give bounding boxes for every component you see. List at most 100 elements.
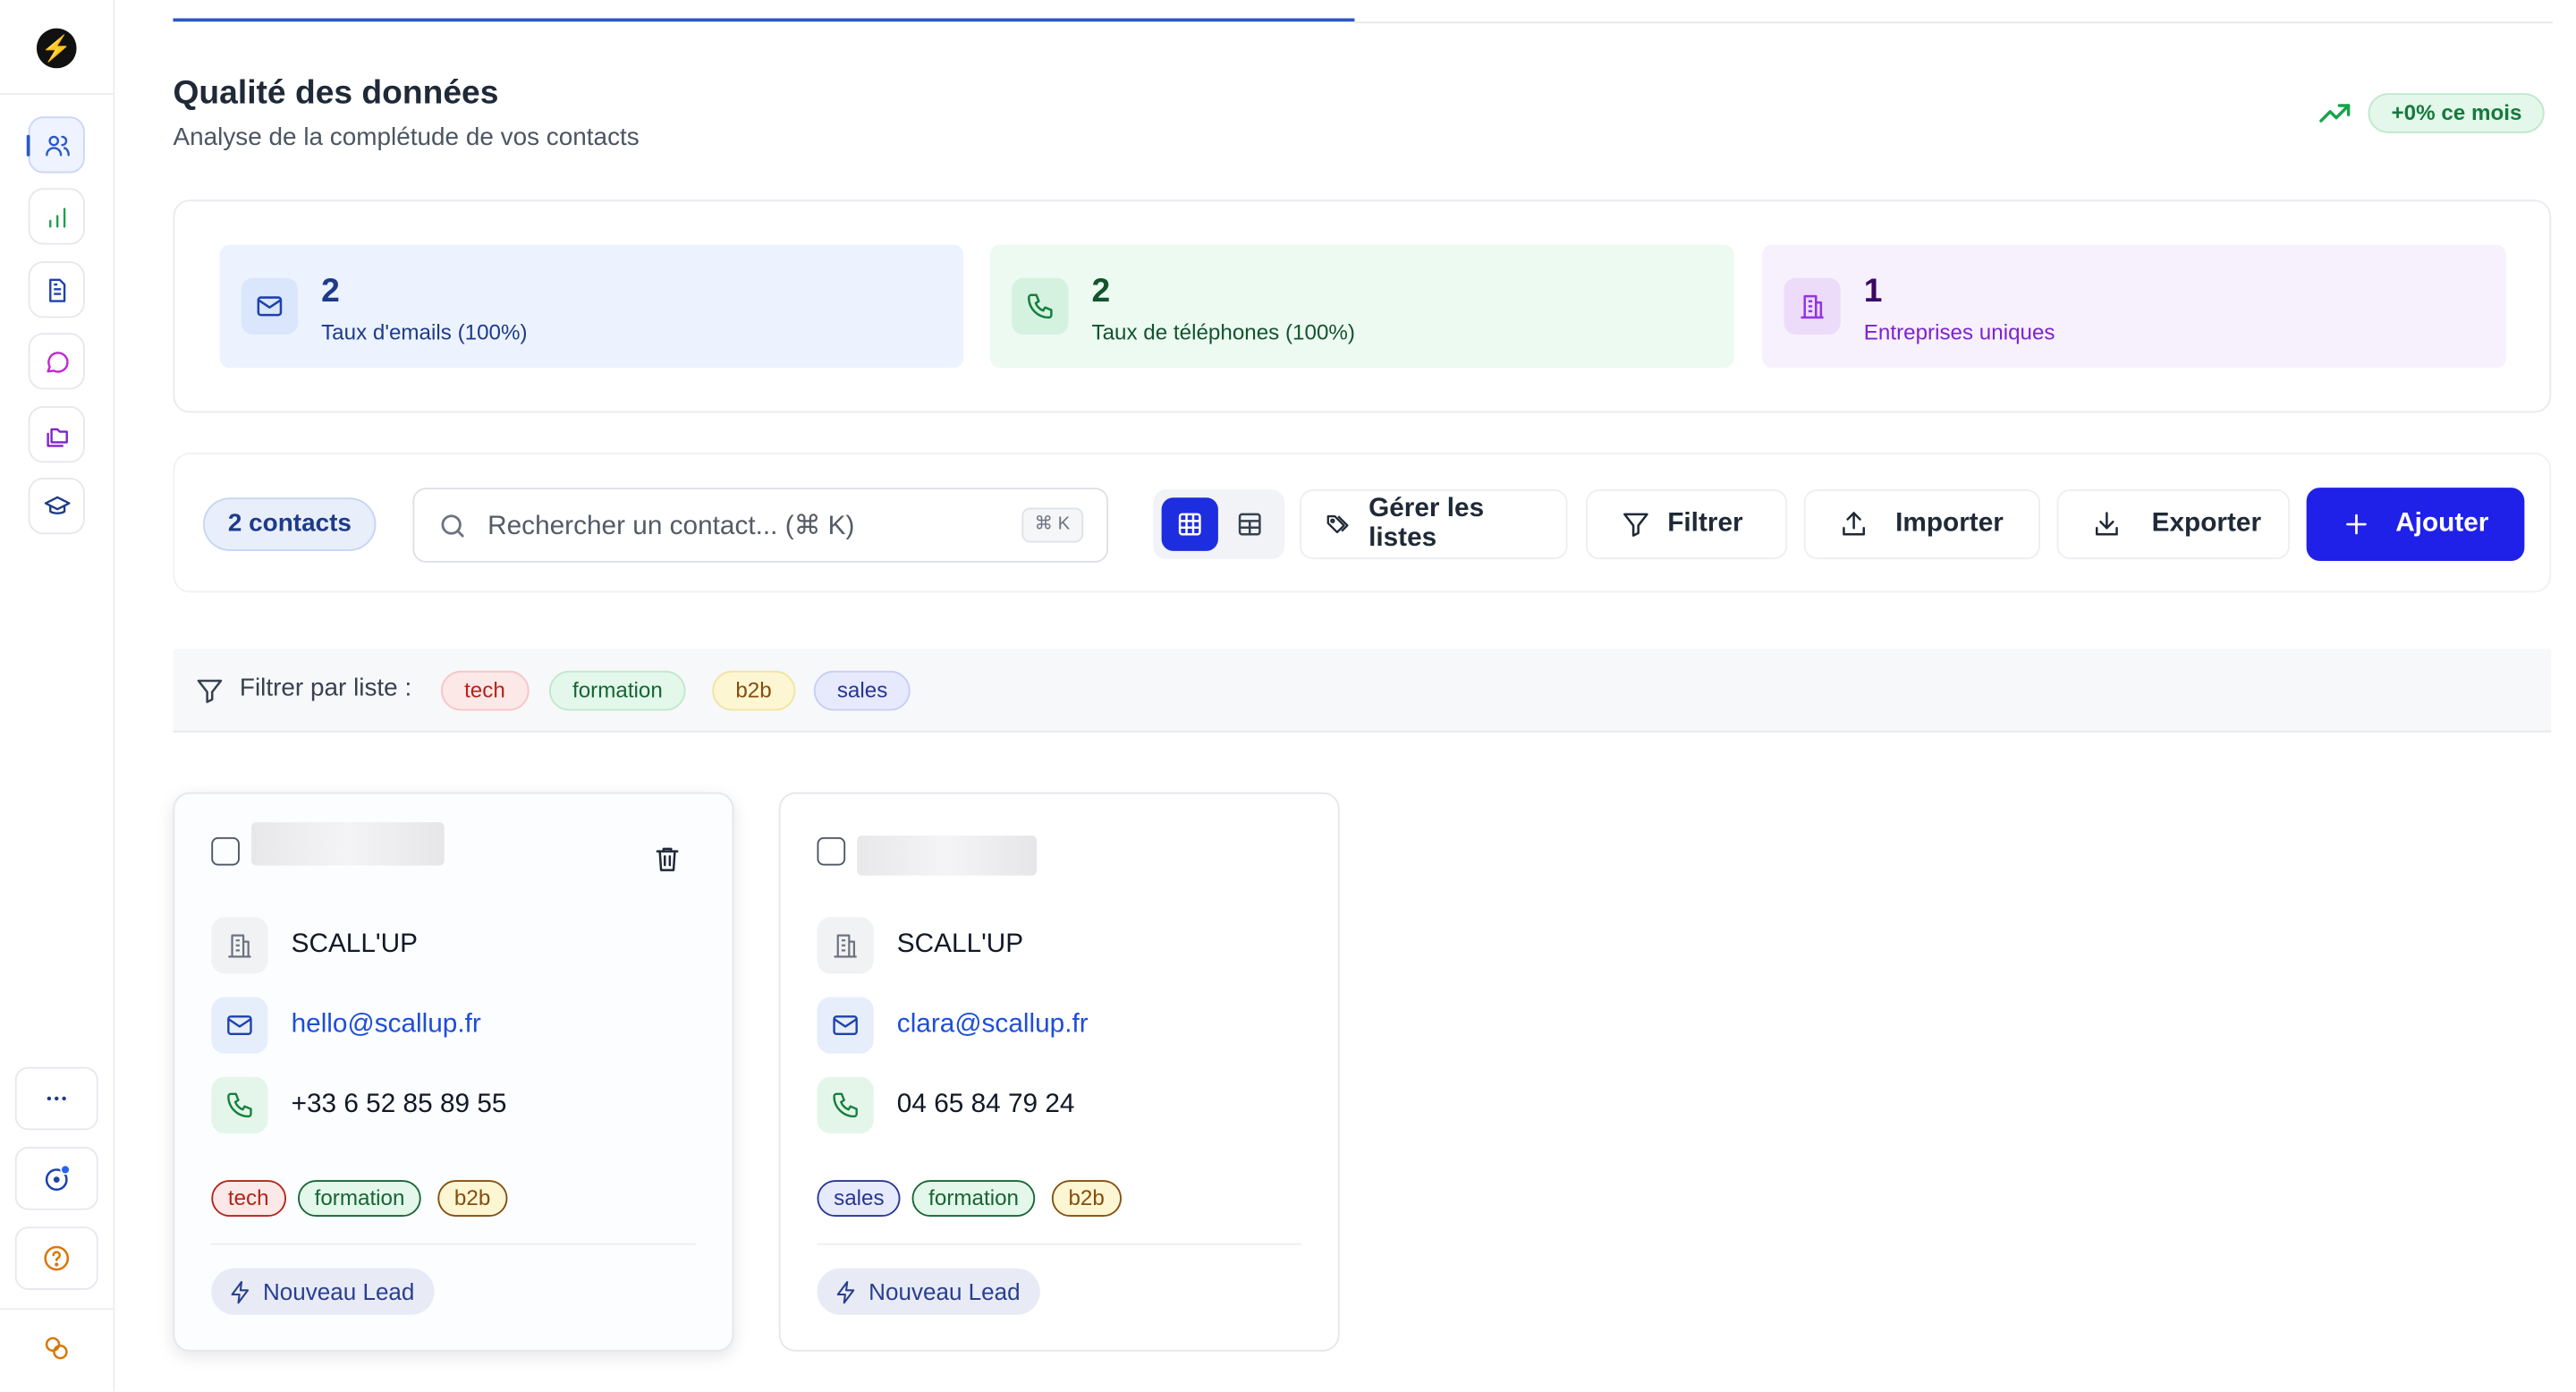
help-button[interactable] bbox=[14, 1226, 98, 1290]
contact-phone[interactable]: 04 65 84 79 24 bbox=[897, 1091, 1075, 1120]
nav-documents-button[interactable] bbox=[28, 261, 85, 318]
search-shortcut-hint: ⌘ K bbox=[1021, 507, 1084, 543]
manage-lists-button[interactable]: Gérer les listes bbox=[1300, 488, 1568, 560]
table-icon bbox=[1238, 513, 1261, 536]
lightning-icon bbox=[836, 1280, 855, 1303]
stat-label: Taux d'emails (100%) bbox=[321, 319, 528, 345]
notifications-button[interactable] bbox=[14, 1146, 98, 1210]
stat-companies: 1 Entreprises uniques bbox=[1762, 244, 2506, 369]
trash-icon[interactable] bbox=[652, 844, 682, 873]
contact-count-badge: 2 contacts bbox=[202, 497, 377, 551]
building-icon bbox=[834, 934, 857, 958]
nav-contacts-button[interactable] bbox=[26, 116, 85, 174]
contact-name[interactable] bbox=[250, 822, 445, 866]
stat-emails: 2 Taux d'emails (100%) bbox=[219, 244, 964, 369]
data-quality-stats: 2 Taux d'emails (100%) 2 Taux de télépho… bbox=[173, 199, 2552, 413]
filter-button[interactable]: Filtrer bbox=[1586, 488, 1788, 560]
contact-phone-row: 04 65 84 79 24 bbox=[817, 1076, 1075, 1134]
phone-icon bbox=[833, 1092, 858, 1118]
sidebar-divider bbox=[0, 93, 114, 96]
view-toggle bbox=[1153, 488, 1285, 560]
contact-tag: sales bbox=[817, 1180, 902, 1218]
contact-name[interactable] bbox=[857, 835, 1038, 876]
contact-tag: formation bbox=[298, 1180, 422, 1218]
credits-button[interactable] bbox=[14, 1316, 98, 1380]
download-icon bbox=[2095, 512, 2118, 536]
contact-email-link[interactable]: hello@scallup.fr bbox=[292, 1010, 481, 1040]
building-icon bbox=[1801, 294, 1824, 319]
chat-icon bbox=[46, 351, 68, 372]
contact-status-badge[interactable]: Nouveau Lead bbox=[817, 1268, 1040, 1315]
contact-tag: b2b bbox=[437, 1180, 507, 1218]
active-tab-indicator bbox=[173, 18, 1355, 22]
contact-tag: formation bbox=[911, 1180, 1036, 1218]
list-filter-tag-sales[interactable]: sales bbox=[813, 670, 911, 711]
import-label: Importer bbox=[1895, 509, 2004, 538]
contact-email-link[interactable]: clara@scallup.fr bbox=[897, 1010, 1089, 1040]
phone-icon bbox=[1027, 293, 1053, 319]
add-contact-button[interactable]: Ajouter bbox=[2306, 488, 2525, 561]
stat-value: 2 bbox=[321, 273, 340, 310]
contact-email-row: hello@scallup.fr bbox=[211, 997, 481, 1054]
contact-email-row: clara@scallup.fr bbox=[817, 997, 1089, 1054]
nav-messages-button[interactable] bbox=[28, 333, 85, 390]
search-box[interactable]: ⌘ K bbox=[412, 488, 1109, 563]
tab-bar-border bbox=[1354, 21, 2554, 24]
building-icon bbox=[228, 934, 251, 958]
contact-status-badge[interactable]: Nouveau Lead bbox=[211, 1268, 435, 1315]
trending-up-icon bbox=[2319, 104, 2351, 123]
contact-select-checkbox[interactable] bbox=[211, 836, 240, 866]
filter-label: Filtrer bbox=[1667, 509, 1743, 538]
export-label: Exporter bbox=[2151, 509, 2262, 538]
list-filter-tag-b2b[interactable]: b2b bbox=[712, 670, 795, 711]
contact-card[interactable]: SCALL'UP hello@scallup.fr +33 6 52 85 89… bbox=[173, 792, 734, 1352]
target-icon bbox=[45, 1164, 71, 1192]
nav-analytics-button[interactable] bbox=[28, 188, 85, 245]
contact-card[interactable]: SCALL'UP clara@scallup.fr 04 65 84 79 24… bbox=[778, 792, 1340, 1352]
contact-phone-row: +33 6 52 85 89 55 bbox=[211, 1076, 507, 1134]
more-dots-icon bbox=[47, 1096, 66, 1101]
export-button[interactable]: Exporter bbox=[2056, 488, 2291, 560]
more-button[interactable] bbox=[14, 1066, 98, 1131]
help-circle-icon bbox=[44, 1245, 70, 1271]
contacts-toolbar: 2 contacts ⌘ K Gérer les listes Filtrer … bbox=[173, 453, 2552, 593]
mail-icon bbox=[257, 296, 283, 317]
list-filter-bar: Filtrer par liste : tech formation b2b s… bbox=[173, 649, 2552, 733]
status-label: Nouveau Lead bbox=[869, 1277, 1021, 1305]
grid-view-button[interactable] bbox=[1161, 497, 1218, 551]
contact-company: SCALL'UP bbox=[291, 930, 418, 959]
contact-phone[interactable]: +33 6 52 85 89 55 bbox=[292, 1091, 507, 1120]
filter-icon bbox=[1623, 513, 1648, 537]
import-button[interactable]: Importer bbox=[1803, 488, 2040, 560]
filter-icon bbox=[197, 679, 223, 703]
sidebar: ⚡ bbox=[0, 0, 115, 1392]
stat-value: 2 bbox=[1091, 273, 1111, 310]
users-icon bbox=[45, 134, 69, 156]
search-icon bbox=[441, 514, 464, 538]
add-label: Ajouter bbox=[2395, 509, 2489, 538]
stat-label: Taux de téléphones (100%) bbox=[1091, 319, 1355, 345]
contact-company: SCALL'UP bbox=[896, 930, 1024, 959]
nav-training-button[interactable] bbox=[28, 477, 85, 535]
contact-company-row: SCALL'UP bbox=[211, 917, 418, 974]
nav-collections-button[interactable] bbox=[28, 405, 85, 463]
search-input[interactable] bbox=[484, 502, 1024, 551]
mail-icon bbox=[227, 1015, 252, 1036]
coins-icon bbox=[45, 1337, 68, 1360]
card-divider bbox=[211, 1243, 696, 1245]
contact-tag: b2b bbox=[1051, 1180, 1122, 1218]
page-subtitle: Analyse de la complétude de vos contacts bbox=[173, 123, 640, 152]
table-view-button[interactable] bbox=[1222, 497, 1278, 551]
grid-icon bbox=[1178, 513, 1201, 536]
document-icon bbox=[48, 277, 65, 301]
bar-chart-icon bbox=[48, 207, 65, 227]
list-filter-tag-tech[interactable]: tech bbox=[441, 670, 529, 711]
plus-icon bbox=[2345, 514, 2366, 535]
page-title: Qualité des données bbox=[173, 74, 499, 112]
stat-phones: 2 Taux de téléphones (100%) bbox=[989, 244, 1734, 369]
upload-icon bbox=[1843, 512, 1866, 536]
manage-lists-label: Gérer les listes bbox=[1368, 494, 1485, 553]
contact-select-checkbox[interactable] bbox=[817, 836, 846, 866]
app-logo[interactable]: ⚡ bbox=[36, 28, 77, 69]
list-filter-tag-formation[interactable]: formation bbox=[548, 670, 686, 711]
